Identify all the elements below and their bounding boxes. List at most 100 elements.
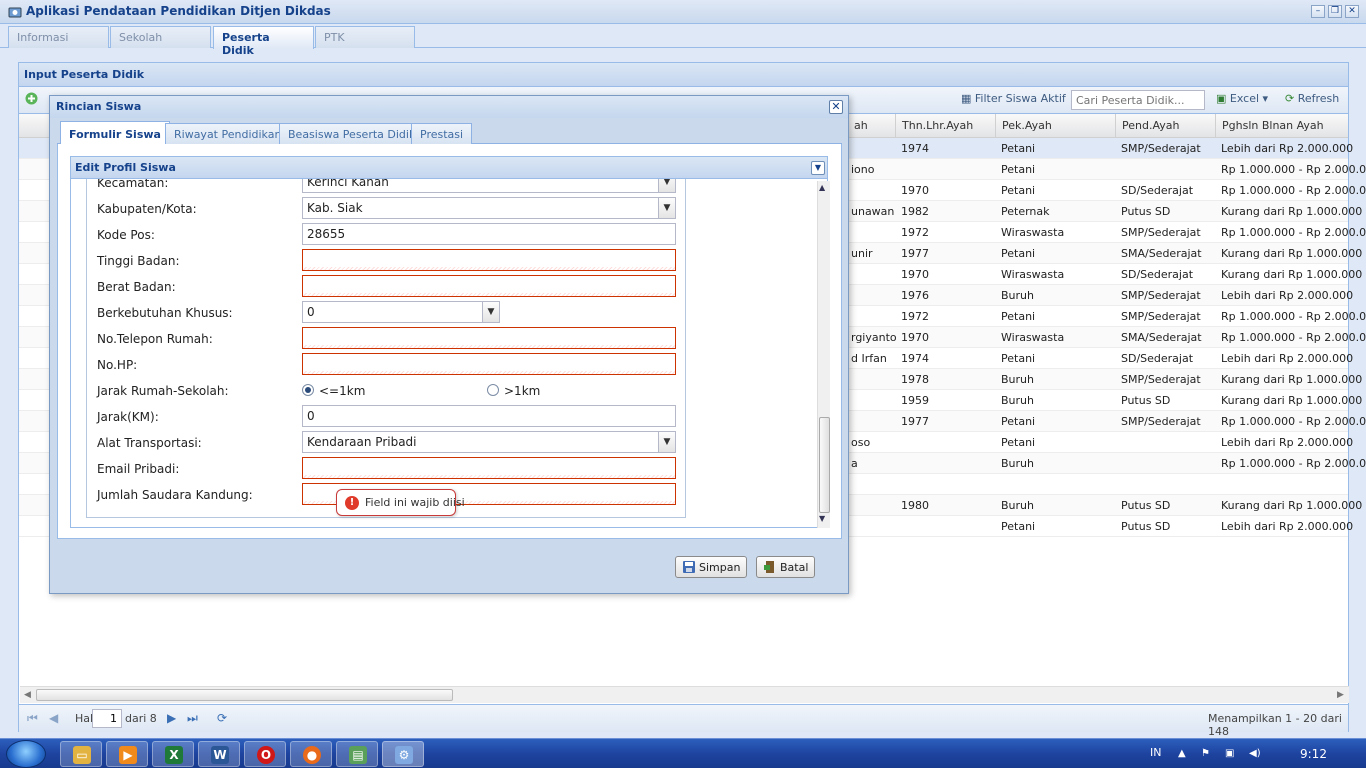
clock[interactable]: 9:12 (1300, 747, 1327, 761)
collapse-icon[interactable]: ▼ (811, 161, 825, 175)
close-icon[interactable]: ✕ (829, 100, 843, 114)
alat-transportasi-combo[interactable]: Kendaraan Pribadi ▼ (302, 431, 676, 453)
network-icon[interactable]: ▣ (1225, 748, 1239, 760)
volume-icon[interactable]: ◀) (1249, 748, 1263, 760)
cell-pek-ayah: Buruh (1001, 373, 1034, 386)
row-alat-transportasi: Alat Transportasi: Kendaraan Pribadi ▼ (87, 431, 685, 457)
simpan-label: Simpan (699, 561, 741, 574)
cell-pghsln-ayah: Lebih dari Rp 2.000.000 (1221, 352, 1354, 365)
label-kode-pos: Kode Pos: (97, 228, 155, 242)
kabupaten-combo[interactable]: Kab. Siak ▼ (302, 197, 676, 219)
taskbar-media[interactable]: ▶ (106, 741, 148, 767)
search-input[interactable] (1071, 90, 1205, 110)
scrollbar-thumb[interactable] (36, 689, 453, 701)
taskbar-dapodik[interactable]: ⚙ (382, 741, 424, 767)
chevron-down-icon: ▾ (1262, 92, 1269, 105)
cell-thn-lhr-ayah: 1972 (901, 310, 929, 323)
scrollbar-thumb[interactable] (819, 417, 830, 513)
column-header-pek-ayah[interactable]: Pek.Ayah (995, 114, 1115, 138)
cell-pek-ayah: Petani (1001, 163, 1036, 176)
vertical-scrollbar[interactable]: ▲ ▼ (817, 181, 830, 528)
berkebutuhan-khusus-combo[interactable]: 0 ▼ (302, 301, 500, 323)
tab-beasiswa-peserta-didik[interactable]: Beasiswa Peserta Didik (279, 123, 425, 144)
dialog-title: Rincian Siswa (56, 100, 142, 113)
add-icon[interactable] (25, 92, 38, 108)
kode-pos-field[interactable] (302, 223, 676, 245)
error-icon: ! (345, 496, 359, 510)
cell-pek-ayah: Buruh (1001, 289, 1034, 302)
label-tinggi-badan: Tinggi Badan: (97, 254, 180, 268)
taskbar-word[interactable]: W (198, 741, 240, 767)
language-indicator[interactable]: IN (1150, 746, 1161, 759)
cell-pghsln-ayah: Kurang dari Rp 1.000.000 (1221, 205, 1363, 218)
simpan-button[interactable]: Simpan (675, 556, 748, 578)
batal-button[interactable]: Batal (756, 556, 816, 578)
chevron-down-icon[interactable]: ▼ (658, 197, 676, 219)
cell-pghsln-ayah: Kurang dari Rp 1.000.000 (1221, 268, 1363, 281)
chevron-down-icon[interactable]: ▼ (658, 431, 676, 453)
row-jarak-rumah-sekolah: Jarak Rumah-Sekolah: <=1km >1km (87, 379, 685, 405)
cell-pend-ayah: SMA/Sederajat (1121, 247, 1202, 260)
refresh-button[interactable]: ⟳ Refresh (1285, 92, 1339, 105)
scroll-down-icon[interactable]: ▼ (819, 514, 825, 523)
horizontal-scrollbar[interactable]: ◀ ▶ (20, 686, 1349, 703)
taskbar-app[interactable]: ▤ (336, 741, 378, 767)
cell-pghsln-ayah: Lebih dari Rp 2.000.000 (1221, 436, 1354, 449)
cell-name-fragment: rgiyanto (851, 331, 897, 344)
cell-pend-ayah: SMP/Sederajat (1121, 373, 1201, 386)
jarak-km-field[interactable] (302, 405, 676, 427)
tab-riwayat-pendidikan[interactable]: Riwayat Pendidikan (165, 123, 291, 144)
tab-prestasi[interactable]: Prestasi (411, 123, 473, 144)
tab-ptk[interactable]: PTK (315, 26, 415, 48)
start-button-icon[interactable] (6, 740, 46, 768)
scroll-right-icon[interactable]: ▶ (1337, 690, 1344, 700)
column-header-thn-lhr-ayah[interactable]: Thn.Lhr.Ayah (895, 114, 995, 138)
tab-informasi[interactable]: Informasi (8, 26, 109, 48)
radio-jarak-le-1km[interactable] (302, 384, 314, 396)
telepon-rumah-field[interactable] (302, 327, 676, 349)
column-header-partial[interactable]: ah (847, 114, 895, 138)
email-field[interactable] (302, 457, 676, 479)
taskbar-firefox[interactable]: ● (290, 741, 332, 767)
scroll-left-icon[interactable]: ◀ (24, 690, 31, 700)
alat-transportasi-value: Kendaraan Pribadi (307, 435, 417, 449)
tab-peserta-didik[interactable]: Peserta Didik (213, 26, 314, 57)
excel-button[interactable]: ▣ Excel ▾ (1216, 92, 1268, 105)
last-page-icon[interactable]: ⏭ (187, 711, 198, 726)
cell-pend-ayah: SMA/Sederajat (1121, 331, 1202, 344)
next-page-icon[interactable]: ▶ (167, 711, 176, 725)
action-center-icon[interactable]: ⚑ (1201, 748, 1215, 760)
chevron-down-icon[interactable]: ▼ (658, 179, 676, 193)
berat-badan-field[interactable] (302, 275, 676, 297)
minimize-icon[interactable]: – (1311, 5, 1325, 18)
column-header-pend-ayah[interactable]: Pend.Ayah (1115, 114, 1215, 138)
prev-page-icon[interactable]: ◀ (49, 711, 58, 725)
filter-siswa-aktif-button[interactable]: ▦ Filter Siswa Aktif (961, 92, 1066, 105)
panel-title: Input Peserta Didik (24, 68, 145, 81)
cell-pghsln-ayah: Rp 1.000.000 - Rp 2.000.000 (1221, 226, 1366, 239)
label-alat-transportasi: Alat Transportasi: (97, 436, 202, 450)
radio-jarak-gt-1km[interactable] (487, 384, 499, 396)
main-tab-bar: Informasi Sekolah Peserta Didik PTK (0, 24, 1366, 57)
first-page-icon[interactable]: ⏮ (27, 711, 38, 726)
close-window-icon[interactable]: ✕ (1345, 5, 1359, 18)
cell-thn-lhr-ayah: 1977 (901, 247, 929, 260)
tray-expand-icon[interactable]: ▲ (1178, 748, 1192, 760)
kecamatan-combo[interactable]: Kerinci Kanan ▼ (302, 179, 676, 193)
taskbar-explorer[interactable]: ▭ (60, 741, 102, 767)
reload-icon[interactable]: ⟳ (217, 711, 227, 725)
taskbar-opera[interactable]: O (244, 741, 286, 767)
column-header-pghsln-blnan-ayah[interactable]: Pghsln Blnan Ayah (1215, 114, 1349, 138)
tab-formulir-siswa[interactable]: Formulir Siswa (60, 121, 170, 145)
no-hp-field[interactable] (302, 353, 676, 375)
cell-pek-ayah: Wiraswasta (1001, 226, 1065, 239)
cell-pek-ayah: Petani (1001, 520, 1036, 533)
chevron-down-icon[interactable]: ▼ (482, 301, 500, 323)
tinggi-badan-field[interactable] (302, 249, 676, 271)
page-number-input[interactable] (92, 709, 122, 728)
scroll-up-icon[interactable]: ▲ (819, 183, 825, 192)
label-berat-badan: Berat Badan: (97, 280, 176, 294)
restore-icon[interactable]: ❐ (1328, 5, 1342, 18)
taskbar-excel[interactable]: X (152, 741, 194, 767)
tab-sekolah[interactable]: Sekolah (110, 26, 211, 48)
